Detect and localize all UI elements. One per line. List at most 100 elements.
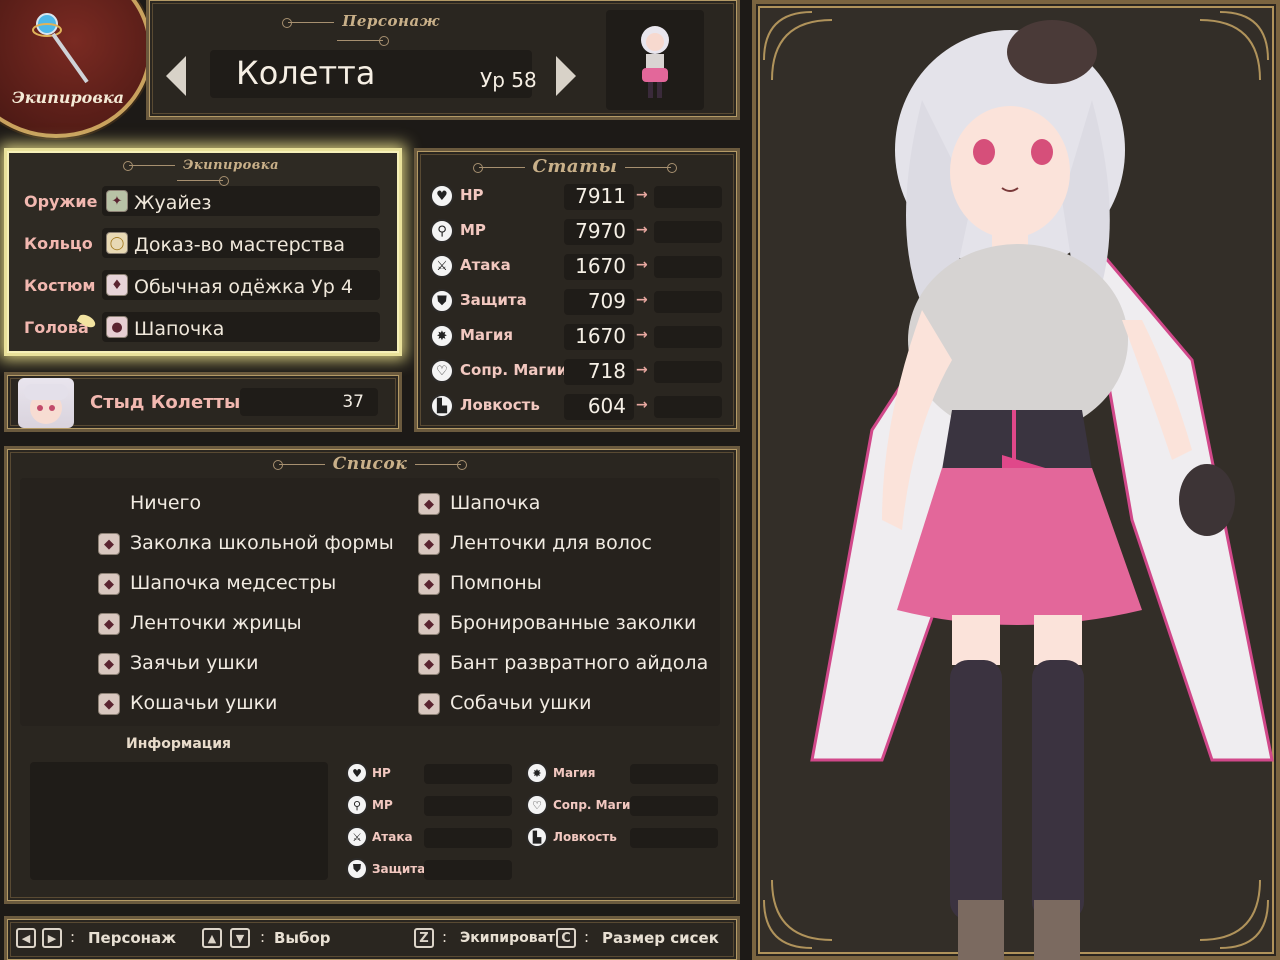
list-item-nothing[interactable]: Ничего: [130, 492, 201, 514]
info-stat-label: HP: [372, 766, 391, 780]
stat-value: 604: [587, 394, 626, 418]
staff-icon: ⚲: [430, 219, 454, 243]
badge-title: Экипировка: [12, 88, 125, 107]
help-equip: Экипировать: [460, 930, 564, 946]
list-item[interactable]: Помпоны: [450, 572, 542, 594]
stat-arrow: →: [636, 327, 648, 343]
item-icon: ◆: [98, 693, 120, 715]
slot-outfit-item: Обычная одёжка Ур 4: [134, 276, 353, 298]
stat-value: 709: [587, 289, 626, 313]
magic-icon: ✸: [430, 324, 454, 348]
stat-new-value-field: [654, 396, 722, 418]
weapon-icon: ✦: [106, 190, 128, 212]
stat-new-value-field: [654, 221, 722, 243]
slot-head-item: Шапочка: [134, 318, 225, 340]
info-stat-label: Магия: [553, 766, 596, 780]
scepter-icon: [32, 13, 89, 84]
stat-arrow: →: [636, 362, 648, 378]
info-stat-field: [424, 764, 512, 784]
magic-resist-icon: ♡: [430, 359, 454, 383]
stat-new-value-field: [654, 291, 722, 313]
list-item[interactable]: Кошачьи ушки: [130, 692, 277, 714]
sword-icon: ⚔: [430, 254, 454, 278]
stat-value: 1670: [575, 324, 626, 348]
shame-label: Стыд Колетты: [90, 392, 241, 413]
help-select: Выбор: [274, 929, 331, 947]
list-section-title: Список: [270, 454, 470, 474]
equipment-section-title: Экипировка: [100, 158, 300, 188]
item-icon: ◆: [98, 573, 120, 595]
list-item[interactable]: Заячьи ушки: [130, 652, 259, 674]
character-portrait: [810, 20, 1274, 960]
stat-value: 7970: [575, 219, 626, 243]
stat-label: HP: [460, 186, 484, 204]
stat-label: Защита: [460, 291, 527, 309]
item-icon: ◆: [418, 493, 440, 515]
info-description-box: [30, 762, 328, 880]
item-icon: ◆: [418, 533, 440, 555]
info-stat-field: [424, 860, 512, 880]
list-item[interactable]: Бант развратного айдола: [450, 652, 708, 674]
info-stat-label: Ловкость: [553, 830, 617, 844]
magic-resist-icon: ♡: [526, 794, 548, 816]
info-stat-label: Сопр. Магии: [553, 798, 639, 812]
list-item[interactable]: Ленточки для волос: [450, 532, 652, 554]
character-sprite: [641, 26, 669, 98]
list-item[interactable]: Собачьи ушки: [450, 692, 592, 714]
stat-label: MP: [460, 221, 486, 239]
stat-label: Атака: [460, 256, 511, 274]
stat-arrow: →: [636, 187, 648, 203]
character-name: Колетта: [236, 54, 376, 92]
stat-label: Сопр. Магии: [460, 361, 568, 379]
shield-icon: ⛊: [346, 858, 368, 880]
up-key-icon: ▲: [202, 928, 222, 948]
list-item[interactable]: Ленточки жрицы: [130, 612, 302, 634]
slot-ring-item: Доказ-во мастерства: [134, 234, 346, 256]
boot-icon: ▙: [526, 826, 548, 848]
left-key-icon: ◀: [16, 928, 36, 948]
slot-label-ring: Кольцо: [24, 234, 93, 253]
list-item[interactable]: Бронированные заколки: [450, 612, 696, 634]
hat-icon: ●: [106, 316, 128, 338]
info-stat-field: [424, 828, 512, 848]
stat-arrow: →: [636, 222, 648, 238]
stat-label: Магия: [460, 326, 514, 344]
stat-value: 718: [587, 359, 626, 383]
slot-label-weapon: Оружие: [24, 192, 98, 211]
item-icon: ◆: [98, 613, 120, 635]
list-item[interactable]: Шапочка медсестры: [130, 572, 336, 594]
prev-character-button[interactable]: [166, 56, 186, 96]
item-list: [20, 478, 720, 726]
slot-weapon-item: Жуайез: [134, 192, 212, 214]
next-character-button[interactable]: [556, 56, 576, 96]
right-key-icon: ▶: [42, 928, 62, 948]
help-size: Размер сисек: [602, 929, 719, 947]
item-icon: ◆: [98, 533, 120, 555]
down-key-icon: ▼: [230, 928, 250, 948]
item-icon: ◆: [98, 653, 120, 675]
boot-icon: ▙: [430, 394, 454, 418]
character-level: Ур 58: [480, 68, 537, 92]
shame-portrait: [18, 378, 74, 428]
info-stat-label: Защита: [372, 862, 426, 876]
stat-value: 7911: [575, 184, 626, 208]
ring-icon: ◯: [106, 232, 128, 254]
character-sprite-frame: [606, 10, 704, 110]
heart-icon: ♥: [346, 762, 368, 784]
info-stat-label: MP: [372, 798, 393, 812]
list-item[interactable]: Шапочка: [450, 492, 540, 514]
item-icon: ◆: [418, 573, 440, 595]
item-icon: ◆: [418, 653, 440, 675]
staff-icon: ⚲: [346, 794, 368, 816]
stat-arrow: →: [636, 292, 648, 308]
info-stat-field: [424, 796, 512, 816]
info-stat-field: [630, 796, 718, 816]
item-icon: ◆: [418, 613, 440, 635]
info-stat-field: [630, 764, 718, 784]
item-icon: ◆: [418, 693, 440, 715]
stat-new-value-field: [654, 186, 722, 208]
info-stat-label: Атака: [372, 830, 413, 844]
list-item[interactable]: Заколка школьной формы: [130, 532, 394, 554]
sword-icon: ⚔: [346, 826, 368, 848]
heart-icon: ♥: [430, 184, 454, 208]
